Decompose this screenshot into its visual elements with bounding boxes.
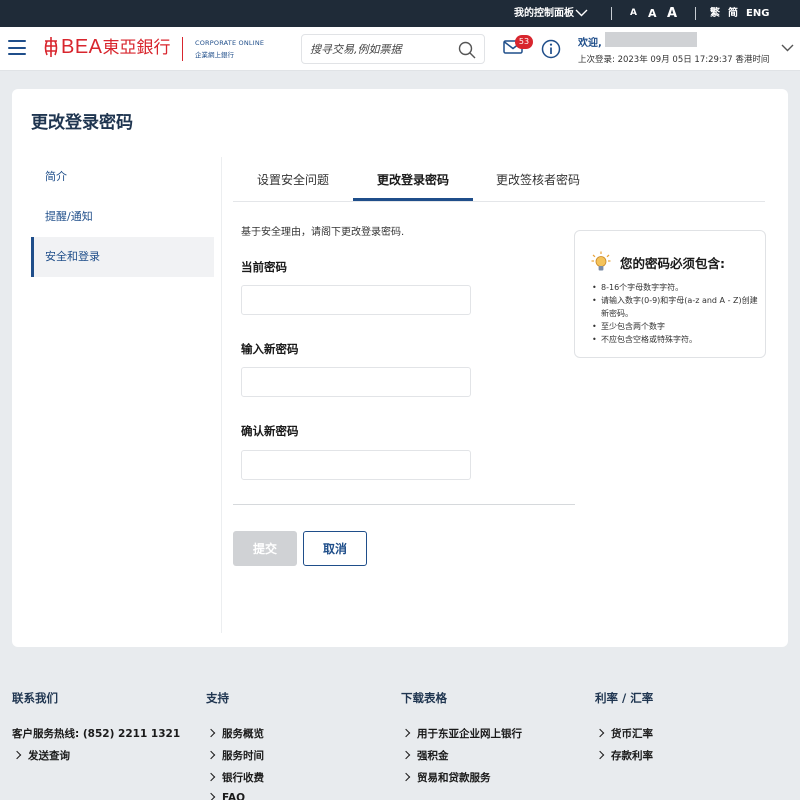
footer-link-label: 发送查询 [28,750,70,762]
main-card: 更改登录密码 简介 提醒/通知 安全和登录 设置安全问题 更改登录密码 更改签核… [12,89,788,647]
header: BEA東亞銀行 CORPORATE ONLINE 企業網上銀行 53 欢迎, 上… [0,27,800,71]
sidenav-item-alerts[interactable]: 提醒/通知 [31,197,214,237]
bank-logo[interactable]: BEA東亞銀行 [61,36,171,59]
footer-link-corporate-online[interactable]: 用于东亚企业网上银行 [401,726,522,741]
lightbulb-icon [591,251,611,271]
footer-link-label: 贸易和贷款服务 [417,772,491,784]
lang-simplified[interactable]: 简 [728,0,738,27]
footer-rates-title: 利率 / 汇率 [595,691,654,705]
side-nav: 简介 提醒/通知 安全和登录 [31,157,214,277]
footer-link-deposit-rates[interactable]: 存款利率 [595,748,653,763]
utility-bar: 我的控制面板 A A A 繁 简 ENG [0,0,800,27]
chevron-right-icon [12,750,22,760]
dashboard-menu[interactable]: 我的控制面板 [514,0,574,27]
rule-item: 至少包含两个数字 [592,320,761,333]
sidenav-item-security[interactable]: 安全和登录 [31,237,214,277]
tab-security-questions[interactable]: 设置安全问题 [233,159,353,201]
confirm-password-input[interactable] [241,450,471,480]
chevron-right-icon [206,792,216,800]
footer-downloads-title: 下载表格 [401,691,447,705]
page-title: 更改登录密码 [31,113,133,133]
footer: 联系我们 客户服务热线: (852) 2211 1321 发送查询 支持 服务概… [0,669,800,800]
logo-divider [182,37,183,61]
footer-link-enquiry[interactable]: 发送查询 [12,748,70,763]
tab-change-approver-password[interactable]: 更改签核者密码 [473,159,603,201]
new-password-input[interactable] [241,367,471,397]
current-password-label: 当前密码 [241,260,287,274]
footer-link-label: 服务概览 [222,728,264,740]
rule-item: 请输入数字(0-9)和字母(a-z and A - Z)创建新密码。 [592,294,761,320]
chevron-right-icon [206,772,216,782]
tab-bar: 设置安全问题 更改登录密码 更改签核者密码 [233,159,765,202]
chevron-right-icon [206,750,216,760]
rules-list: 8-16个字母数字字符。 请输入数字(0-9)和字母(a-z and A - Z… [592,281,761,346]
chevron-right-icon [401,728,411,738]
last-login: 上次登录: 2023年 09月 05日 17:29:37 香港时间 [578,55,770,65]
footer-link-label: 货币汇率 [611,728,653,740]
form-divider [233,504,575,505]
footer-contact-title: 联系我们 [12,691,58,705]
submit-button[interactable]: 提交 [233,531,297,566]
menu-icon[interactable] [8,40,26,55]
footer-link-trade-loans[interactable]: 贸易和贷款服务 [401,770,491,785]
font-size-medium[interactable]: A [648,0,657,27]
logo-cn: 東亞銀行 [102,38,171,58]
footer-link-faq[interactable]: FAQ [206,792,246,800]
footer-link-label: 用于东亚企业网上银行 [417,728,522,740]
current-password-input[interactable] [241,285,471,315]
logo-text: BEA [61,36,103,58]
notification-badge: 53 [515,35,533,49]
chevron-right-icon [401,772,411,782]
divider [611,7,612,20]
corporate-online-en: CORPORATE ONLINE [195,39,265,47]
lang-traditional[interactable]: 繁 [710,0,720,27]
chevron-right-icon [595,728,605,738]
footer-link-label: 服务时间 [222,750,264,762]
footer-link-label: 银行收费 [222,772,264,784]
footer-hotline: 客户服务热线: (852) 2211 1321 [12,728,181,740]
password-rules-panel: 您的密码必须包含: 8-16个字母数字字符。 请输入数字(0-9)和字母(a-z… [574,230,766,358]
sidenav-item-intro[interactable]: 简介 [31,157,214,197]
tab-change-login-password[interactable]: 更改登录密码 [353,159,473,201]
footer-link-fx-rates[interactable]: 货币汇率 [595,726,653,741]
footer-link-mpf[interactable]: 强积金 [401,748,449,763]
footer-link-services[interactable]: 服务概览 [206,726,264,741]
footer-support-title: 支持 [206,691,229,705]
chevron-right-icon [401,750,411,760]
lang-english[interactable]: ENG [746,0,769,27]
chevron-down-icon[interactable] [781,44,794,52]
footer-link-fees[interactable]: 银行收费 [206,770,264,785]
footer-link-label: 强积金 [417,750,449,762]
corporate-online-cn: 企業網上銀行 [195,51,234,59]
chevron-right-icon [595,750,605,760]
search-box [301,34,485,64]
rule-item: 不应包含空格或特殊字符。 [592,333,761,346]
divider [221,157,222,633]
font-size-small[interactable]: A [630,0,637,27]
rule-item: 8-16个字母数字字符。 [592,281,761,294]
footer-link-label: 存款利率 [611,750,653,762]
info-icon[interactable] [541,39,561,59]
chevron-down-icon[interactable] [575,9,588,17]
bea-logo-icon [44,37,58,57]
rules-title: 您的密码必须包含: [620,256,725,271]
cancel-button[interactable]: 取消 [303,531,367,566]
font-size-large[interactable]: A [667,0,677,27]
chevron-right-icon [206,728,216,738]
welcome-text: 欢迎, [578,38,602,49]
search-input[interactable] [310,40,455,58]
intro-text: 基于安全理由，请阁下更改登录密码. [241,227,405,238]
footer-link-label: FAQ [222,792,246,800]
new-password-label: 输入新密码 [241,342,299,356]
confirm-password-label: 确认新密码 [241,424,299,438]
search-icon[interactable] [458,41,476,59]
divider [695,7,696,20]
user-name-redacted [605,32,697,47]
footer-link-hours[interactable]: 服务时间 [206,748,264,763]
